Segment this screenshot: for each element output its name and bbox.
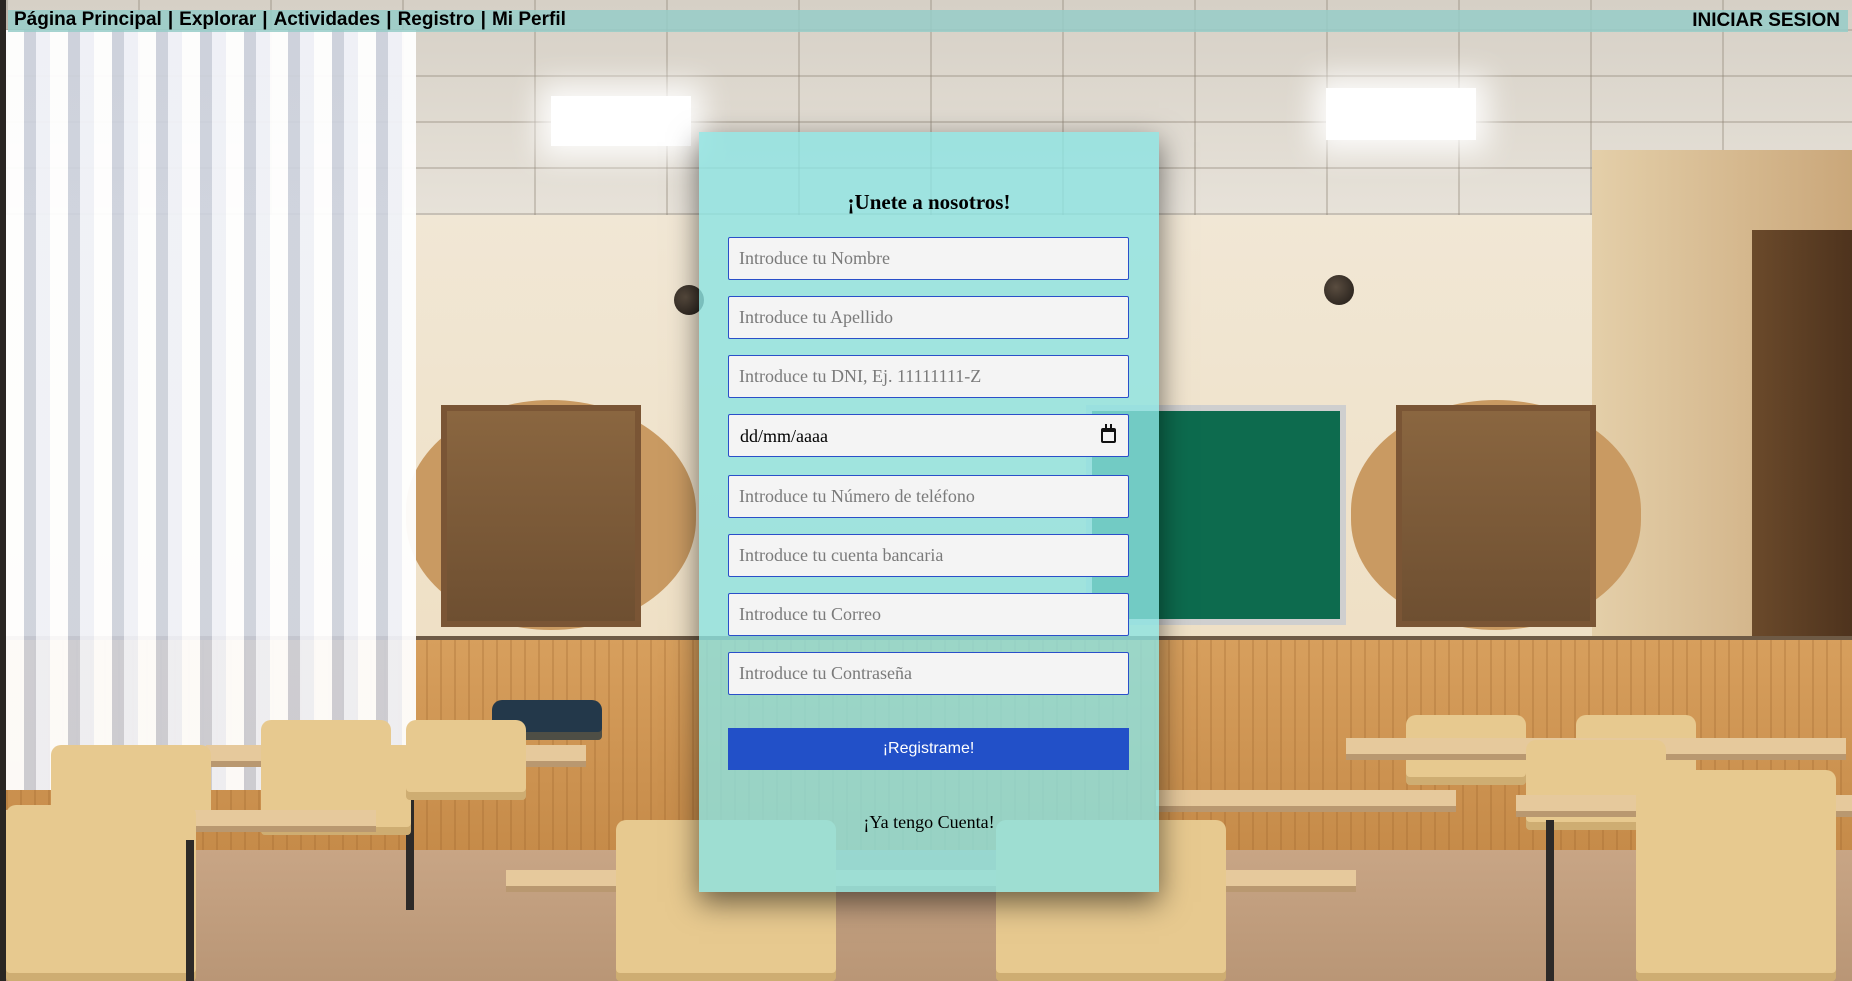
nav-link-registro[interactable]: Registro	[398, 9, 475, 30]
nav-separator: |	[480, 9, 486, 30]
have-account-link[interactable]: ¡Ya tengo Cuenta!	[699, 812, 1159, 833]
wall-speaker	[1324, 275, 1354, 305]
ceiling-light	[1326, 88, 1476, 140]
correo-input[interactable]	[728, 593, 1129, 636]
chair	[6, 805, 196, 981]
top-nav-bar: Página Principal | Explorar | Actividades | Re…	[8, 9, 1848, 32]
nav-link-explorar[interactable]: Explorar	[179, 9, 256, 30]
desk	[1156, 790, 1456, 812]
login-link[interactable]: INICIAR SESION	[1692, 10, 1840, 32]
form-title: ¡Unete a nosotros!	[847, 190, 1011, 214]
nombre-input[interactable]	[728, 237, 1129, 280]
nav-separator: |	[167, 9, 174, 30]
registration-card: ¡Unete a nosotros! dd/mm/aaaa ¡Registram…	[699, 132, 1159, 892]
register-button[interactable]: ¡Registrame!	[728, 728, 1129, 770]
birthdate-value: dd/mm/aaaa	[740, 426, 828, 446]
nav-link-actividades[interactable]: Actividades	[274, 9, 381, 30]
calendar-icon[interactable]	[1101, 424, 1116, 443]
curtain	[6, 30, 416, 790]
apellido-input[interactable]	[728, 296, 1129, 339]
nav-separator: |	[386, 9, 392, 30]
desk-leg	[1546, 820, 1554, 981]
nav-links: Página Principal | Explorar | Actividades | Re…	[14, 9, 566, 31]
chair	[1636, 770, 1836, 981]
password-input[interactable]	[728, 652, 1129, 695]
cuenta-bancaria-input[interactable]	[728, 534, 1129, 577]
chair	[406, 720, 526, 800]
desk-leg	[186, 840, 194, 981]
nav-link-pagina-principal[interactable]: Página Principal	[14, 9, 162, 30]
nav-separator: |	[262, 9, 268, 30]
cabinet-glass	[441, 405, 641, 627]
ceiling-light	[551, 96, 691, 146]
nav-link-mi-perfil[interactable]: Mi Perfil	[492, 9, 566, 30]
cabinet-glass	[1396, 405, 1596, 627]
dni-input[interactable]	[728, 355, 1129, 398]
telefono-input[interactable]	[728, 475, 1129, 518]
birthdate-input[interactable]: dd/mm/aaaa	[728, 414, 1129, 457]
